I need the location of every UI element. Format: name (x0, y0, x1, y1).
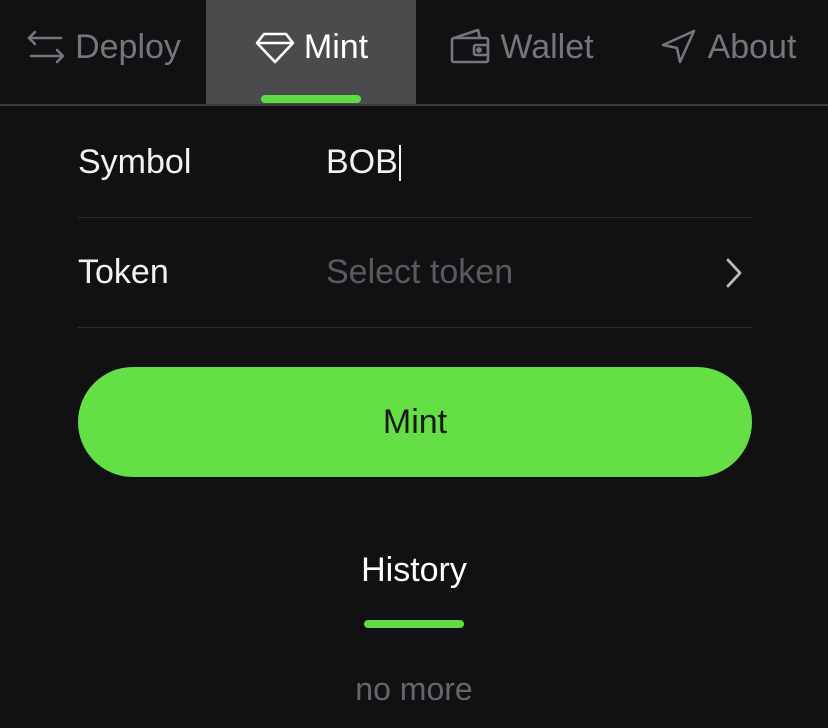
token-row[interactable]: Token Select token (78, 218, 752, 328)
history-tab[interactable]: History (0, 551, 828, 590)
symbol-row: Symbol BOB (78, 108, 752, 218)
tab-deploy-label: Deploy (75, 27, 181, 66)
diamond-icon (254, 26, 296, 68)
active-tab-indicator (261, 95, 361, 103)
tab-about[interactable]: About (626, 0, 828, 104)
token-placeholder: Select token (326, 253, 514, 291)
symbol-input[interactable]: BOB (326, 143, 752, 182)
symbol-input-value: BOB (326, 143, 398, 181)
mint-app: Deploy Mint Wallet About Symbol BOB Toke… (0, 0, 828, 728)
history-tab-indicator (364, 620, 464, 628)
swap-arrows-icon (25, 26, 67, 68)
tab-wallet[interactable]: Wallet (416, 0, 626, 104)
tab-about-label: About (707, 27, 797, 66)
text-cursor (398, 144, 401, 181)
symbol-label: Symbol (78, 143, 192, 181)
wallet-icon (448, 26, 492, 68)
history-empty-text: no more (355, 671, 473, 707)
tab-mint-label: Mint (303, 27, 369, 66)
tab-bar: Deploy Mint Wallet About (0, 0, 828, 106)
paper-plane-icon (658, 26, 700, 68)
token-select[interactable]: Select token (326, 253, 752, 292)
tab-mint[interactable]: Mint (206, 0, 416, 104)
tab-wallet-label: Wallet (500, 27, 594, 66)
chevron-right-icon[interactable] (724, 257, 744, 294)
mint-button[interactable]: Mint (78, 367, 752, 477)
tab-deploy[interactable]: Deploy (0, 0, 206, 104)
mint-form: Symbol BOB Token Select token (78, 108, 752, 328)
token-label: Token (78, 253, 169, 291)
